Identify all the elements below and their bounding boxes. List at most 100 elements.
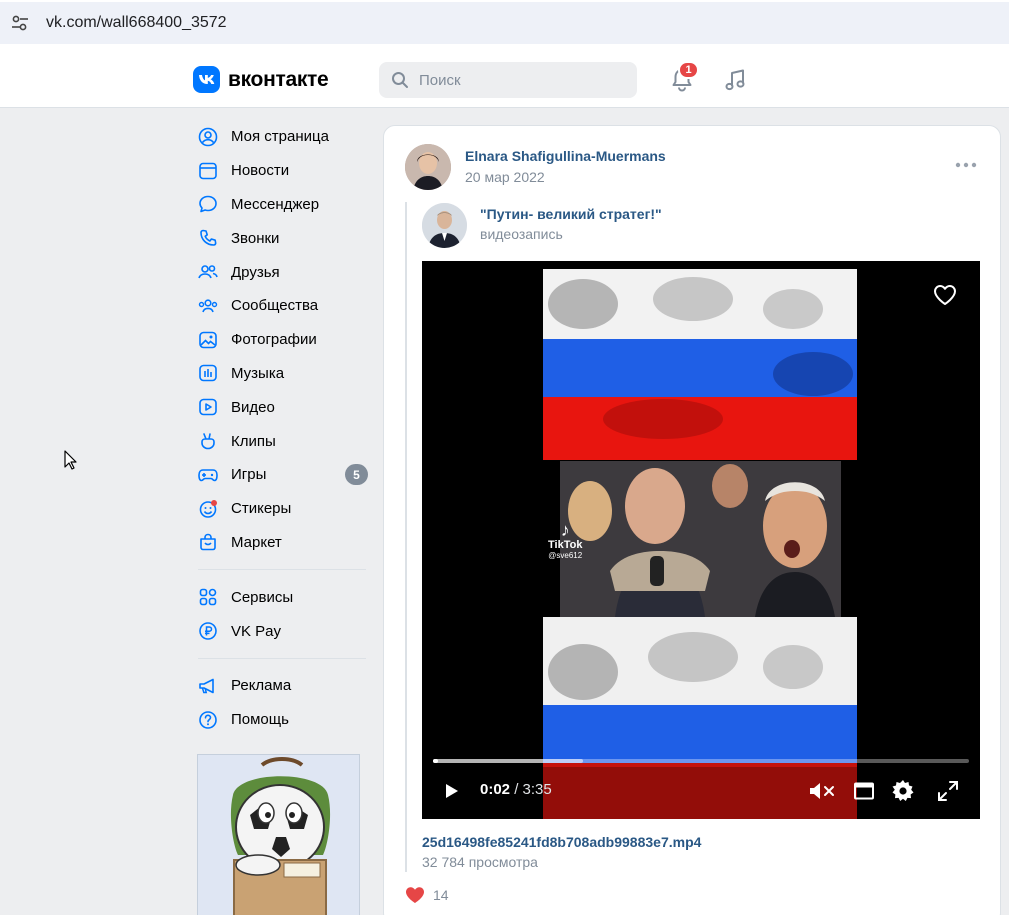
menu-label: Сообщества bbox=[231, 297, 319, 315]
menu-label: Игры bbox=[231, 466, 267, 484]
phone-icon bbox=[197, 227, 219, 249]
like-video-heart-icon[interactable] bbox=[932, 283, 958, 307]
mouse-cursor-icon bbox=[64, 450, 77, 470]
video-frame-flag-top bbox=[543, 269, 857, 460]
address-field[interactable]: vk.com/wall668400_3572 bbox=[0, 2, 1009, 44]
menu-item-my-page[interactable]: Моя страница bbox=[196, 120, 371, 154]
video-duration: 3:35 bbox=[522, 781, 552, 798]
left-menu: Моя страница Новости Мессенджер Звонки Д… bbox=[196, 120, 371, 737]
music-player-icon[interactable] bbox=[722, 66, 750, 94]
menu-label: Клипы bbox=[231, 432, 276, 450]
menu-label: Видео bbox=[231, 398, 275, 416]
video-views-count: 32 784 просмотра bbox=[422, 854, 538, 870]
video-time-display: 0:02 / 3:35 bbox=[480, 781, 552, 798]
tiktok-brand: TikTok bbox=[548, 539, 583, 551]
fullscreen-button[interactable] bbox=[934, 778, 962, 804]
menu-item-help[interactable]: Помощь bbox=[196, 703, 371, 737]
search-icon bbox=[392, 72, 408, 88]
menu-label: Музыка bbox=[231, 364, 285, 382]
post-date[interactable]: 20 мар 2022 bbox=[465, 169, 545, 185]
megaphone-icon bbox=[197, 675, 219, 697]
menu-label: Стикеры bbox=[231, 500, 292, 518]
menu-divider bbox=[198, 657, 366, 659]
repost-title[interactable]: "Путин- великий стратег!" bbox=[480, 206, 662, 222]
photos-icon bbox=[197, 329, 219, 351]
menu-label: Реклама bbox=[231, 677, 292, 695]
post-author-name[interactable]: Elnara Shafigullina-Muermans bbox=[465, 148, 666, 164]
gear-icon bbox=[892, 780, 914, 801]
likes-count: 14 bbox=[433, 887, 449, 903]
games-count-badge: 5 bbox=[345, 464, 368, 486]
menu-item-communities[interactable]: Сообщества bbox=[196, 289, 371, 323]
video-settings-button[interactable] bbox=[888, 778, 918, 804]
ad-mascot-image bbox=[198, 755, 359, 915]
menu-item-photos[interactable]: Фотографии bbox=[196, 323, 371, 357]
gamepad-icon bbox=[197, 464, 219, 486]
clips-icon bbox=[197, 430, 219, 452]
menu-item-clips[interactable]: Клипы bbox=[196, 424, 371, 458]
more-options-icon[interactable] bbox=[954, 160, 978, 170]
tiktok-watermark: ♪ TikTok @sve612 bbox=[548, 521, 582, 560]
menu-item-friends[interactable]: Друзья bbox=[196, 255, 371, 289]
wall-post: Elnara Shafigullina-Muermans 20 мар 2022… bbox=[383, 125, 1001, 915]
vk-logo[interactable]: вконтакте bbox=[193, 66, 329, 93]
play-icon bbox=[446, 784, 458, 798]
menu-item-games[interactable]: Игры 5 bbox=[196, 458, 371, 492]
sidebar-ad-banner[interactable] bbox=[197, 754, 360, 915]
communities-icon bbox=[197, 295, 219, 317]
menu-item-stickers[interactable]: Стикеры bbox=[196, 492, 371, 526]
volume-muted-icon bbox=[810, 783, 834, 799]
message-icon bbox=[197, 193, 219, 215]
notifications-badge: 1 bbox=[678, 61, 699, 79]
url-text[interactable]: vk.com/wall668400_3572 bbox=[46, 14, 227, 32]
fullscreen-icon bbox=[938, 781, 958, 801]
sticker-icon bbox=[197, 498, 219, 520]
video-player[interactable]: ♪ TikTok @sve612 0:02 / 3:35 bbox=[422, 261, 980, 819]
tiktok-note-icon: ♪ bbox=[560, 520, 570, 540]
video-progress-bar[interactable] bbox=[433, 759, 969, 763]
help-icon bbox=[197, 709, 219, 731]
menu-label: Звонки bbox=[231, 229, 280, 247]
like-button[interactable]: 14 bbox=[405, 886, 449, 904]
bag-icon bbox=[197, 531, 219, 553]
vk-logo-icon bbox=[193, 66, 220, 93]
menu-item-video[interactable]: Видео bbox=[196, 390, 371, 424]
video-played bbox=[433, 759, 438, 763]
menu-item-calls[interactable]: Звонки bbox=[196, 221, 371, 255]
news-icon bbox=[197, 160, 219, 182]
site-settings-icon[interactable] bbox=[0, 2, 40, 44]
search-input[interactable] bbox=[419, 71, 619, 89]
menu-label: Новости bbox=[231, 162, 290, 180]
current-time: 0:02 bbox=[480, 781, 511, 798]
mini-player-button[interactable] bbox=[850, 778, 878, 804]
menu-item-services[interactable]: Сервисы bbox=[196, 580, 371, 614]
site-header: вконтакте bbox=[0, 52, 1009, 108]
user-circle-icon bbox=[197, 126, 219, 148]
menu-label: Маркет bbox=[231, 533, 282, 551]
menu-label: Сервисы bbox=[231, 588, 294, 606]
menu-item-market[interactable]: Маркет bbox=[196, 526, 371, 560]
author-avatar[interactable] bbox=[405, 144, 451, 190]
friends-icon bbox=[197, 261, 219, 283]
menu-item-news[interactable]: Новости bbox=[196, 154, 371, 188]
menu-divider bbox=[198, 569, 366, 571]
search-box[interactable] bbox=[379, 62, 637, 98]
apps-icon bbox=[197, 586, 219, 608]
time-separator: / bbox=[510, 781, 523, 798]
tiktok-handle: @sve612 bbox=[548, 551, 583, 560]
menu-label: Фотографии bbox=[231, 331, 317, 349]
video-filename-link[interactable]: 25d16498fe85241fd8b708adb99883e7.mp4 bbox=[422, 834, 701, 850]
play-button[interactable] bbox=[438, 778, 464, 804]
menu-item-ads[interactable]: Реклама bbox=[196, 669, 371, 703]
menu-label: VK Pay bbox=[231, 622, 282, 640]
mute-button[interactable] bbox=[806, 778, 838, 804]
menu-item-vk-pay[interactable]: VK Pay bbox=[196, 614, 371, 648]
menu-item-music[interactable]: Музыка bbox=[196, 357, 371, 391]
repost-source-avatar[interactable] bbox=[422, 203, 467, 248]
repost-subtitle: видеозапись bbox=[480, 226, 563, 242]
menu-label: Друзья bbox=[231, 263, 280, 281]
music-icon bbox=[197, 362, 219, 384]
menu-item-messenger[interactable]: Мессенджер bbox=[196, 188, 371, 222]
mini-player-icon bbox=[854, 782, 874, 800]
menu-label: Мессенджер bbox=[231, 195, 320, 213]
